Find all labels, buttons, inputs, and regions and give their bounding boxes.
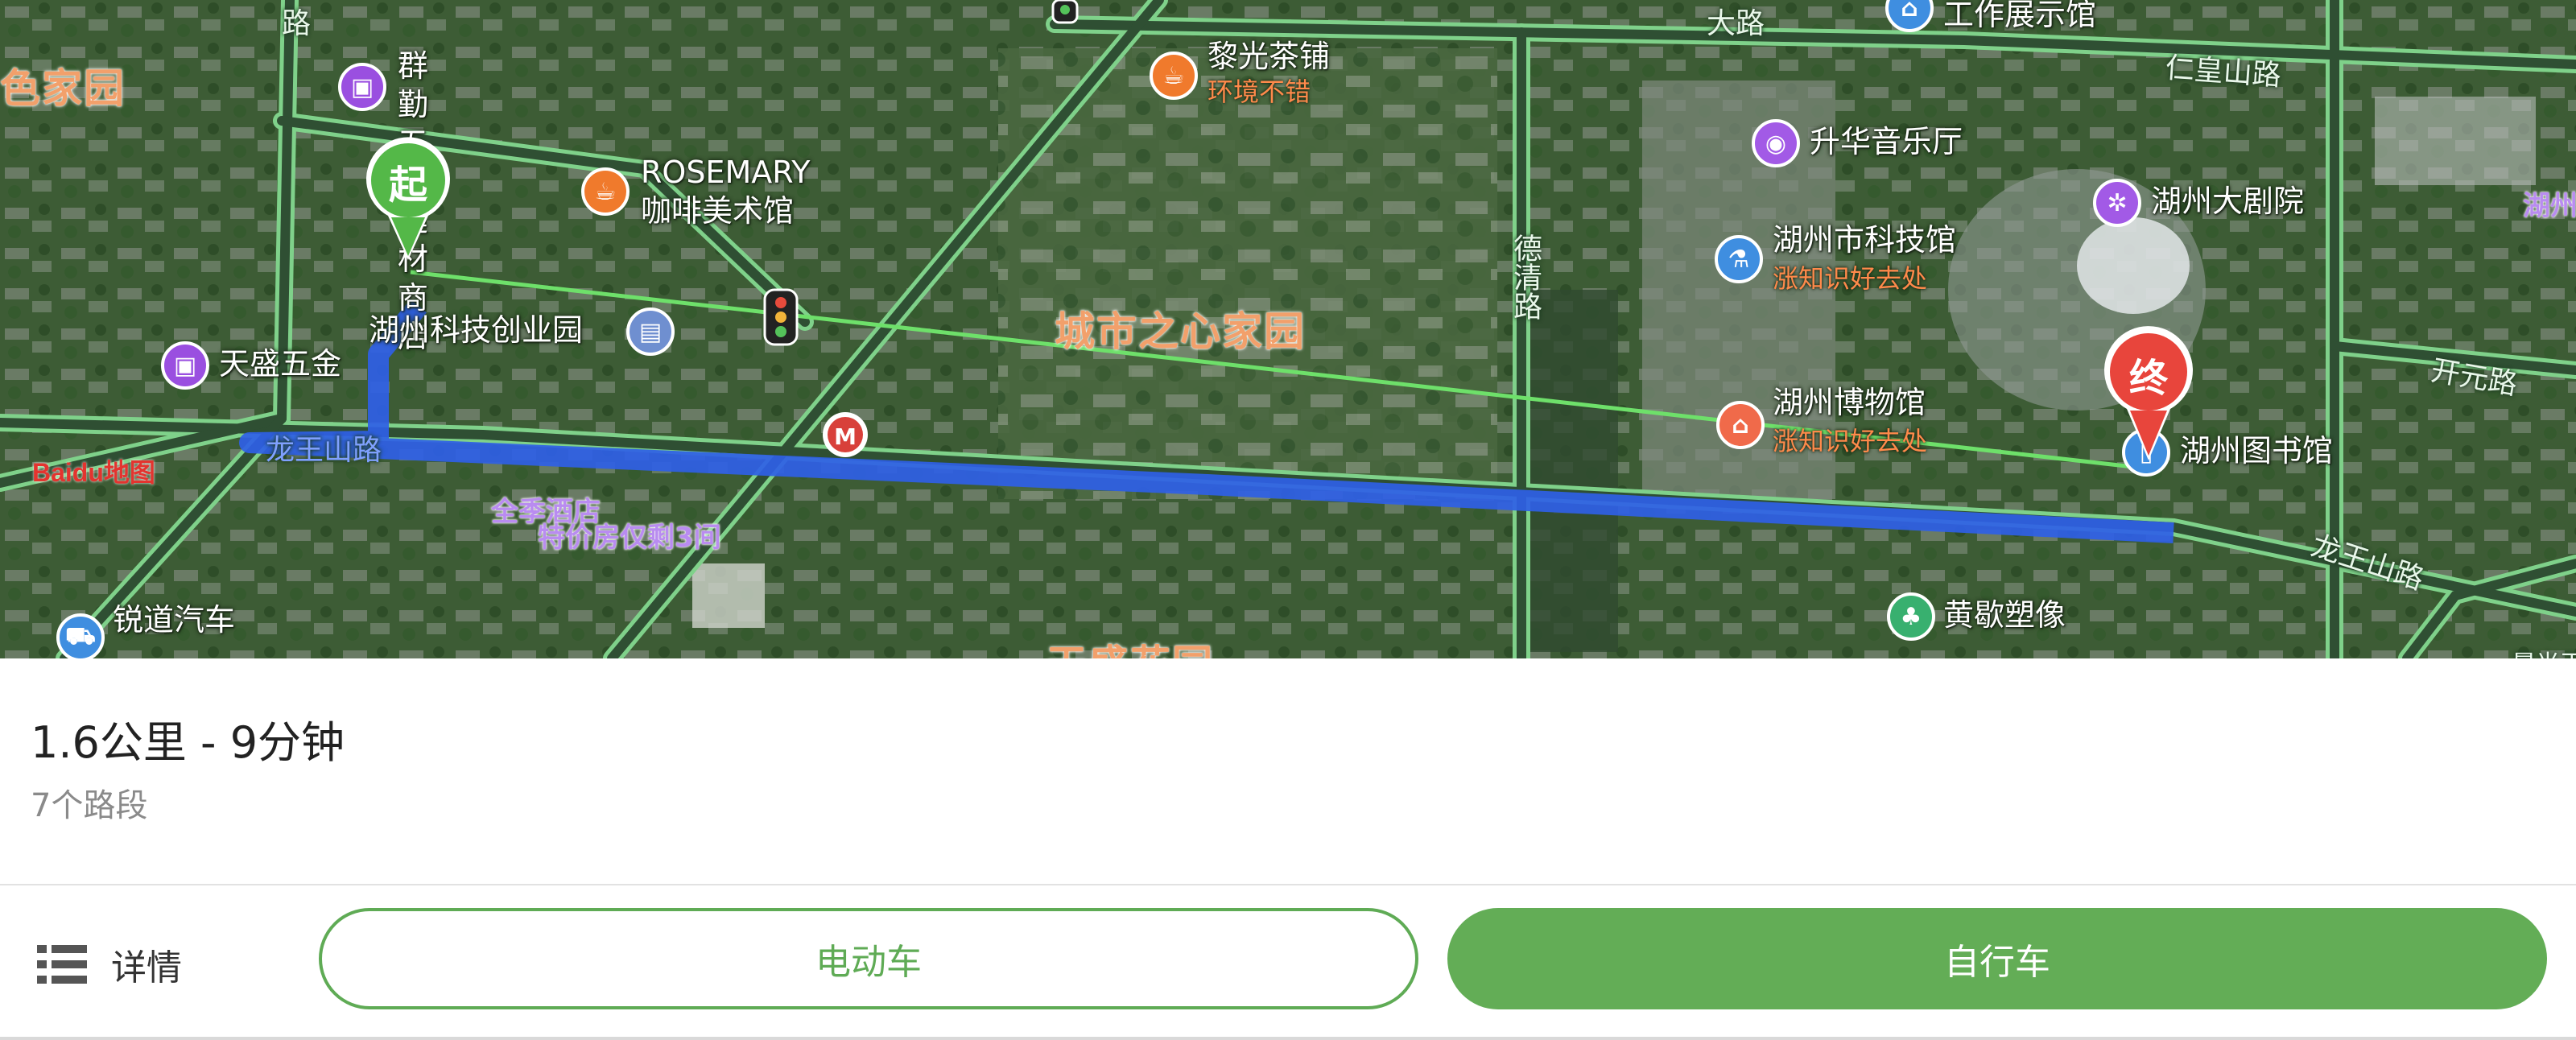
building-icon: ▤ (626, 307, 675, 356)
route-summary: 1.6公里 - 9分钟 (31, 717, 345, 768)
shop-icon: ▣ (161, 341, 209, 390)
museum-icon: ⌂ (1716, 401, 1765, 449)
details-label: 详情 (111, 947, 182, 988)
road-label-renhuangshan: 仁皇山路 (2164, 52, 2283, 93)
game-icon: ◉ (1752, 119, 1800, 167)
bicycle-label: 自行车 (1944, 942, 2050, 983)
map-view[interactable]: M 色家园 城市之心家园 天盛花园 仁皇山路 德清路 开元路 龙王山路 龙王山路… (0, 0, 2576, 658)
film-icon: ✲ (2093, 179, 2141, 227)
baidu-logo: Baidu地图 (32, 458, 155, 487)
coffee-icon: ☕ (1150, 52, 1198, 100)
bicycle-button[interactable]: 自行车 (1447, 908, 2547, 1009)
area-label-tiansheng: 天盛花园 (1046, 633, 1214, 658)
road-label-deqing: 德清路 (1509, 233, 1542, 320)
road-label-top-left: 路 (282, 7, 312, 40)
coffee-icon: ☕ (581, 167, 630, 216)
poi-edge-bottom-right[interactable]: 晨光天地 (2512, 644, 2576, 658)
shop-icon: ▣ (338, 63, 386, 111)
bottom-border (0, 1037, 2576, 1040)
ebike-label: 电动车 (815, 942, 922, 983)
area-label-estate: 色家园 (0, 65, 126, 112)
end-marker-label: 终 (2128, 356, 2168, 401)
svg-text:M: M (834, 423, 857, 450)
traffic-light-icon (1051, 0, 1079, 24)
flask-icon: ⚗ (1715, 235, 1763, 283)
poi-edge-right[interactable]: 湖州 (2523, 184, 2576, 223)
panel-divider (0, 884, 2576, 885)
area-label-city-heart: 城市之心家园 (1055, 308, 1306, 355)
traffic-light-icon (763, 288, 799, 346)
start-marker[interactable]: 起 (364, 135, 452, 260)
start-marker-label: 起 (388, 163, 427, 208)
car-icon: ⛟ (56, 613, 105, 658)
details-button[interactable]: 详情 (37, 932, 182, 997)
road-label-top-center: 大路 (1707, 7, 1765, 40)
road-label-longwangshan-west: 龙王山路 (266, 434, 382, 467)
poi-quanji-sub: 特价房仅剩3间 (538, 522, 721, 554)
list-icon (37, 945, 87, 984)
metro-icon: M (823, 412, 868, 457)
route-panel: 1.6公里 - 9分钟 7个路段 详情 电动车 自行车 (0, 658, 2576, 1040)
ebike-button[interactable]: 电动车 (319, 908, 1418, 1009)
route-segments: 7个路段 (31, 787, 148, 824)
end-marker[interactable]: 终 (2104, 325, 2193, 462)
tree-icon: ♣ (1887, 592, 1935, 641)
